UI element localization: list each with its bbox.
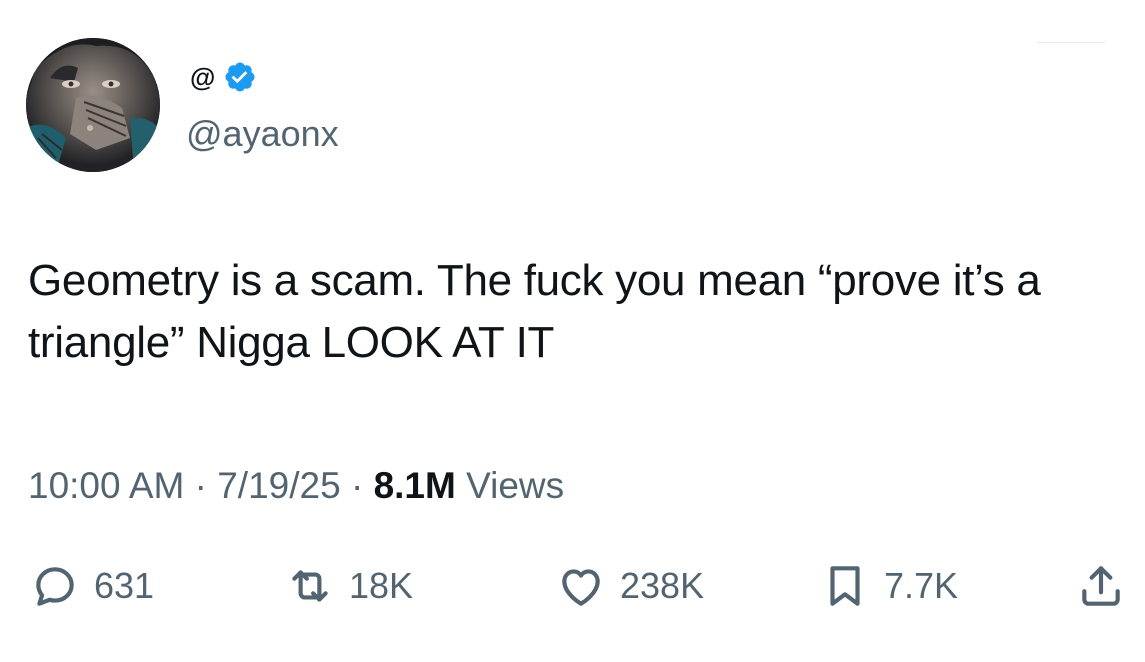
- verified-badge-icon: [223, 60, 257, 94]
- tweet-meta: 10:00 AM · 7/19/25 · 8.1M Views: [28, 464, 564, 508]
- reply-button[interactable]: 631: [30, 556, 154, 616]
- bookmark-icon: [820, 561, 870, 611]
- bookmark-count: 7.7K: [884, 565, 959, 606]
- tweet-card: @ @ayaonx Geometry is a scam. The fuck y…: [0, 0, 1145, 662]
- share-icon: [1076, 561, 1126, 611]
- share-button[interactable]: [1076, 556, 1126, 616]
- avatar-image: [26, 38, 160, 172]
- reply-count: 631: [94, 565, 155, 606]
- views-label[interactable]: Views: [456, 465, 564, 506]
- divider: [1037, 42, 1105, 43]
- author-handle[interactable]: @ayaonx: [186, 112, 339, 156]
- heart-icon: [556, 561, 606, 611]
- meta-separator: ·: [184, 465, 218, 506]
- repost-count: 18K: [349, 565, 414, 606]
- views-count[interactable]: 8.1M: [374, 465, 456, 506]
- author-name-row: @: [190, 62, 257, 92]
- tweet-time[interactable]: 10:00 AM: [28, 465, 184, 506]
- bookmark-button[interactable]: 7.7K: [820, 556, 958, 616]
- like-button[interactable]: 238K: [556, 556, 704, 616]
- tweet-text: Geometry is a scam. The fuck you mean “p…: [28, 256, 1053, 367]
- tweet-date[interactable]: 7/19/25: [217, 465, 340, 506]
- like-count: 238K: [620, 565, 705, 606]
- reply-icon: [30, 561, 80, 611]
- meta-separator: ·: [340, 465, 374, 506]
- spiral-glyph-display-name[interactable]: @: [190, 62, 215, 92]
- repost-icon: [285, 561, 335, 611]
- action-bar: 631 18K 238K 7.7K: [0, 556, 1145, 616]
- avatar[interactable]: [26, 38, 160, 172]
- repost-button[interactable]: 18K: [285, 556, 413, 616]
